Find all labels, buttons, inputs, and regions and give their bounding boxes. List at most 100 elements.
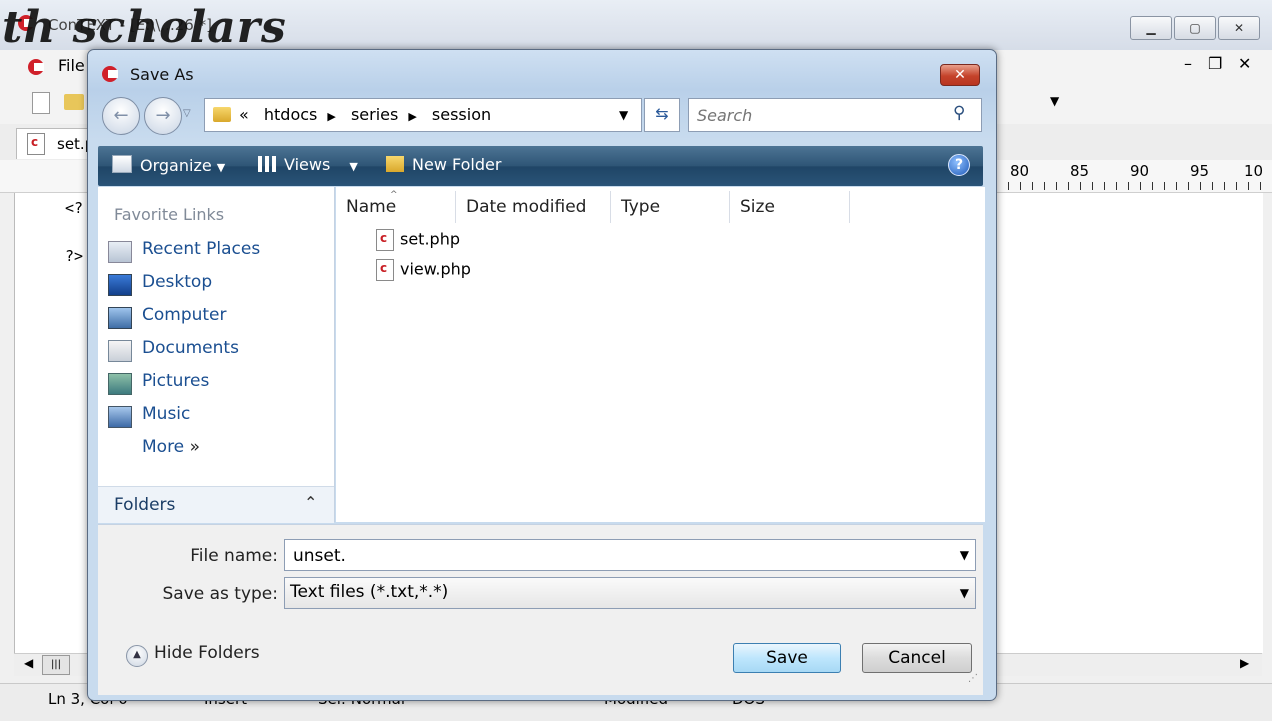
save-as-type-label: Save as type: (162, 584, 278, 604)
breadcrumb-overflow[interactable]: « (239, 105, 249, 124)
new-folder-icon (386, 156, 404, 172)
hide-folders-button[interactable]: ▲ Hide Folders (126, 643, 260, 667)
open-folder-icon[interactable] (64, 94, 84, 110)
ruler-mark: 85 (1070, 162, 1090, 180)
address-dropdown-icon[interactable]: ▼ (619, 108, 628, 122)
ruler-mark: 95 (1190, 162, 1210, 180)
column-label: Date modified (466, 197, 587, 217)
address-bar[interactable]: « htdocs ▶ series ▶ session ▼ (204, 98, 642, 132)
menu-file[interactable]: File (58, 56, 85, 75)
save-as-dialog: Save As ✕ ← → ▽ « htdocs ▶ series ▶ sessio… (87, 49, 997, 701)
scroll-left-icon[interactable]: ◀ (24, 656, 33, 670)
save-as-type-value: Text files (*.txt,*.*) (290, 582, 449, 602)
breadcrumb-separator-icon[interactable]: ▶ (327, 110, 335, 123)
desktop-icon (108, 274, 132, 296)
new-file-icon[interactable] (32, 92, 50, 114)
computer-icon (108, 307, 132, 329)
mdi-minimize-icon[interactable]: – (1184, 54, 1192, 73)
breadcrumb-item[interactable]: series (351, 105, 398, 124)
file-name-combobox[interactable]: ▼ (284, 539, 976, 571)
save-as-type-select[interactable]: Text files (*.txt,*.*) ▼ (284, 577, 976, 609)
favorite-label: Music (142, 404, 191, 424)
save-as-type-dropdown-icon[interactable]: ▼ (960, 586, 969, 600)
close-button[interactable]: ✕ (1218, 16, 1260, 40)
breadcrumb-item[interactable]: session (432, 105, 491, 124)
php-file-icon (27, 133, 45, 155)
editor-line: <? (65, 199, 84, 217)
new-folder-button[interactable]: New Folder (386, 155, 501, 174)
editor-line: ?> (65, 247, 84, 265)
file-name-label: File name: (190, 546, 278, 566)
more-label: More (142, 437, 185, 457)
file-name-dropdown-icon[interactable]: ▼ (960, 548, 969, 562)
scroll-thumb[interactable]: ||| (42, 655, 70, 675)
file-row[interactable]: view.php (376, 259, 471, 285)
toolbar-dropdown-arrow-icon[interactable]: ▼ (1050, 94, 1059, 108)
hide-folders-label: Hide Folders (154, 643, 260, 663)
forward-button[interactable]: → (144, 97, 182, 135)
php-file-icon (376, 229, 394, 251)
file-name: set.php (400, 229, 460, 249)
resize-grip-icon[interactable]: ⋰ (968, 673, 978, 684)
column-header-type[interactable]: Type (611, 191, 730, 223)
music-icon (108, 406, 132, 428)
mdi-close-icon[interactable]: ✕ (1238, 54, 1251, 73)
organize-dropdown-icon: ▼ (216, 161, 226, 174)
column-header-date-modified[interactable]: Date modified (456, 191, 611, 223)
dialog-title: Save As (130, 65, 194, 84)
favorite-label: Documents (142, 338, 239, 358)
favorite-label: Pictures (142, 371, 210, 391)
favorite-label: Recent Places (142, 239, 261, 259)
organize-icon (112, 155, 132, 173)
organize-button[interactable]: Organize ▼ (112, 155, 225, 175)
recent-places-icon (108, 241, 132, 263)
back-button[interactable]: ← (102, 97, 140, 135)
save-button[interactable]: Save (733, 643, 841, 673)
views-icon (258, 156, 276, 172)
help-icon[interactable]: ? (948, 154, 970, 176)
folders-label: Folders (114, 495, 176, 515)
folders-toggle[interactable]: Folders ⌃ (98, 486, 334, 523)
more-chevron-icon: » (189, 437, 200, 457)
folder-icon (213, 107, 231, 122)
mdi-restore-icon[interactable]: ❐ (1208, 54, 1222, 73)
breadcrumb-item[interactable]: htdocs (264, 105, 318, 124)
dialog-close-button[interactable]: ✕ (940, 64, 980, 86)
views-label: Views (284, 155, 331, 174)
ruler-ticks (996, 182, 1266, 190)
cancel-button[interactable]: Cancel (862, 643, 972, 673)
search-box[interactable]: ⚲ (688, 98, 982, 132)
views-button[interactable]: Views ▼ (258, 155, 358, 174)
ruler-mark: 80 (1010, 162, 1030, 180)
column-label: Size (740, 197, 775, 217)
save-options: File name: ▼ Save as type: Text files (*… (98, 524, 983, 695)
search-input[interactable] (695, 103, 949, 127)
views-dropdown-icon: ▼ (349, 160, 358, 173)
menu-logo-icon (28, 58, 44, 76)
favorite-label: Computer (142, 305, 227, 325)
php-file-icon (376, 259, 394, 281)
column-header-name[interactable]: Name ^ (336, 190, 456, 223)
ruler-mark: 10 (1244, 162, 1264, 180)
dialog-logo-icon (102, 65, 118, 83)
maximize-button[interactable]: ▢ (1174, 16, 1216, 40)
file-row[interactable]: set.php (376, 229, 460, 255)
tab-set-php[interactable]: set.p (16, 128, 98, 159)
search-icon[interactable]: ⚲ (953, 103, 965, 123)
column-header-size[interactable]: Size (730, 191, 850, 223)
refresh-button[interactable]: ⇆ (644, 98, 680, 132)
breadcrumb-separator-icon[interactable]: ▶ (408, 110, 416, 123)
pictures-icon (108, 373, 132, 395)
file-name-field[interactable] (291, 543, 935, 569)
watermark: th scholars (2, 2, 287, 53)
column-label: Type (621, 197, 661, 217)
documents-icon (108, 340, 132, 362)
minimize-button[interactable]: ▁ (1130, 16, 1172, 40)
ruler-mark: 90 (1130, 162, 1150, 180)
recent-locations-dropdown-icon[interactable]: ▽ (183, 108, 191, 119)
column-label: Name (346, 197, 397, 217)
breadcrumb: « htdocs ▶ series ▶ session (239, 105, 501, 124)
command-bar: Organize ▼ Views ▼ New Folder ? (98, 146, 983, 186)
column-headers: Name ^ Date modified Type Size (336, 190, 985, 223)
scroll-right-icon[interactable]: ▶ (1240, 656, 1249, 670)
